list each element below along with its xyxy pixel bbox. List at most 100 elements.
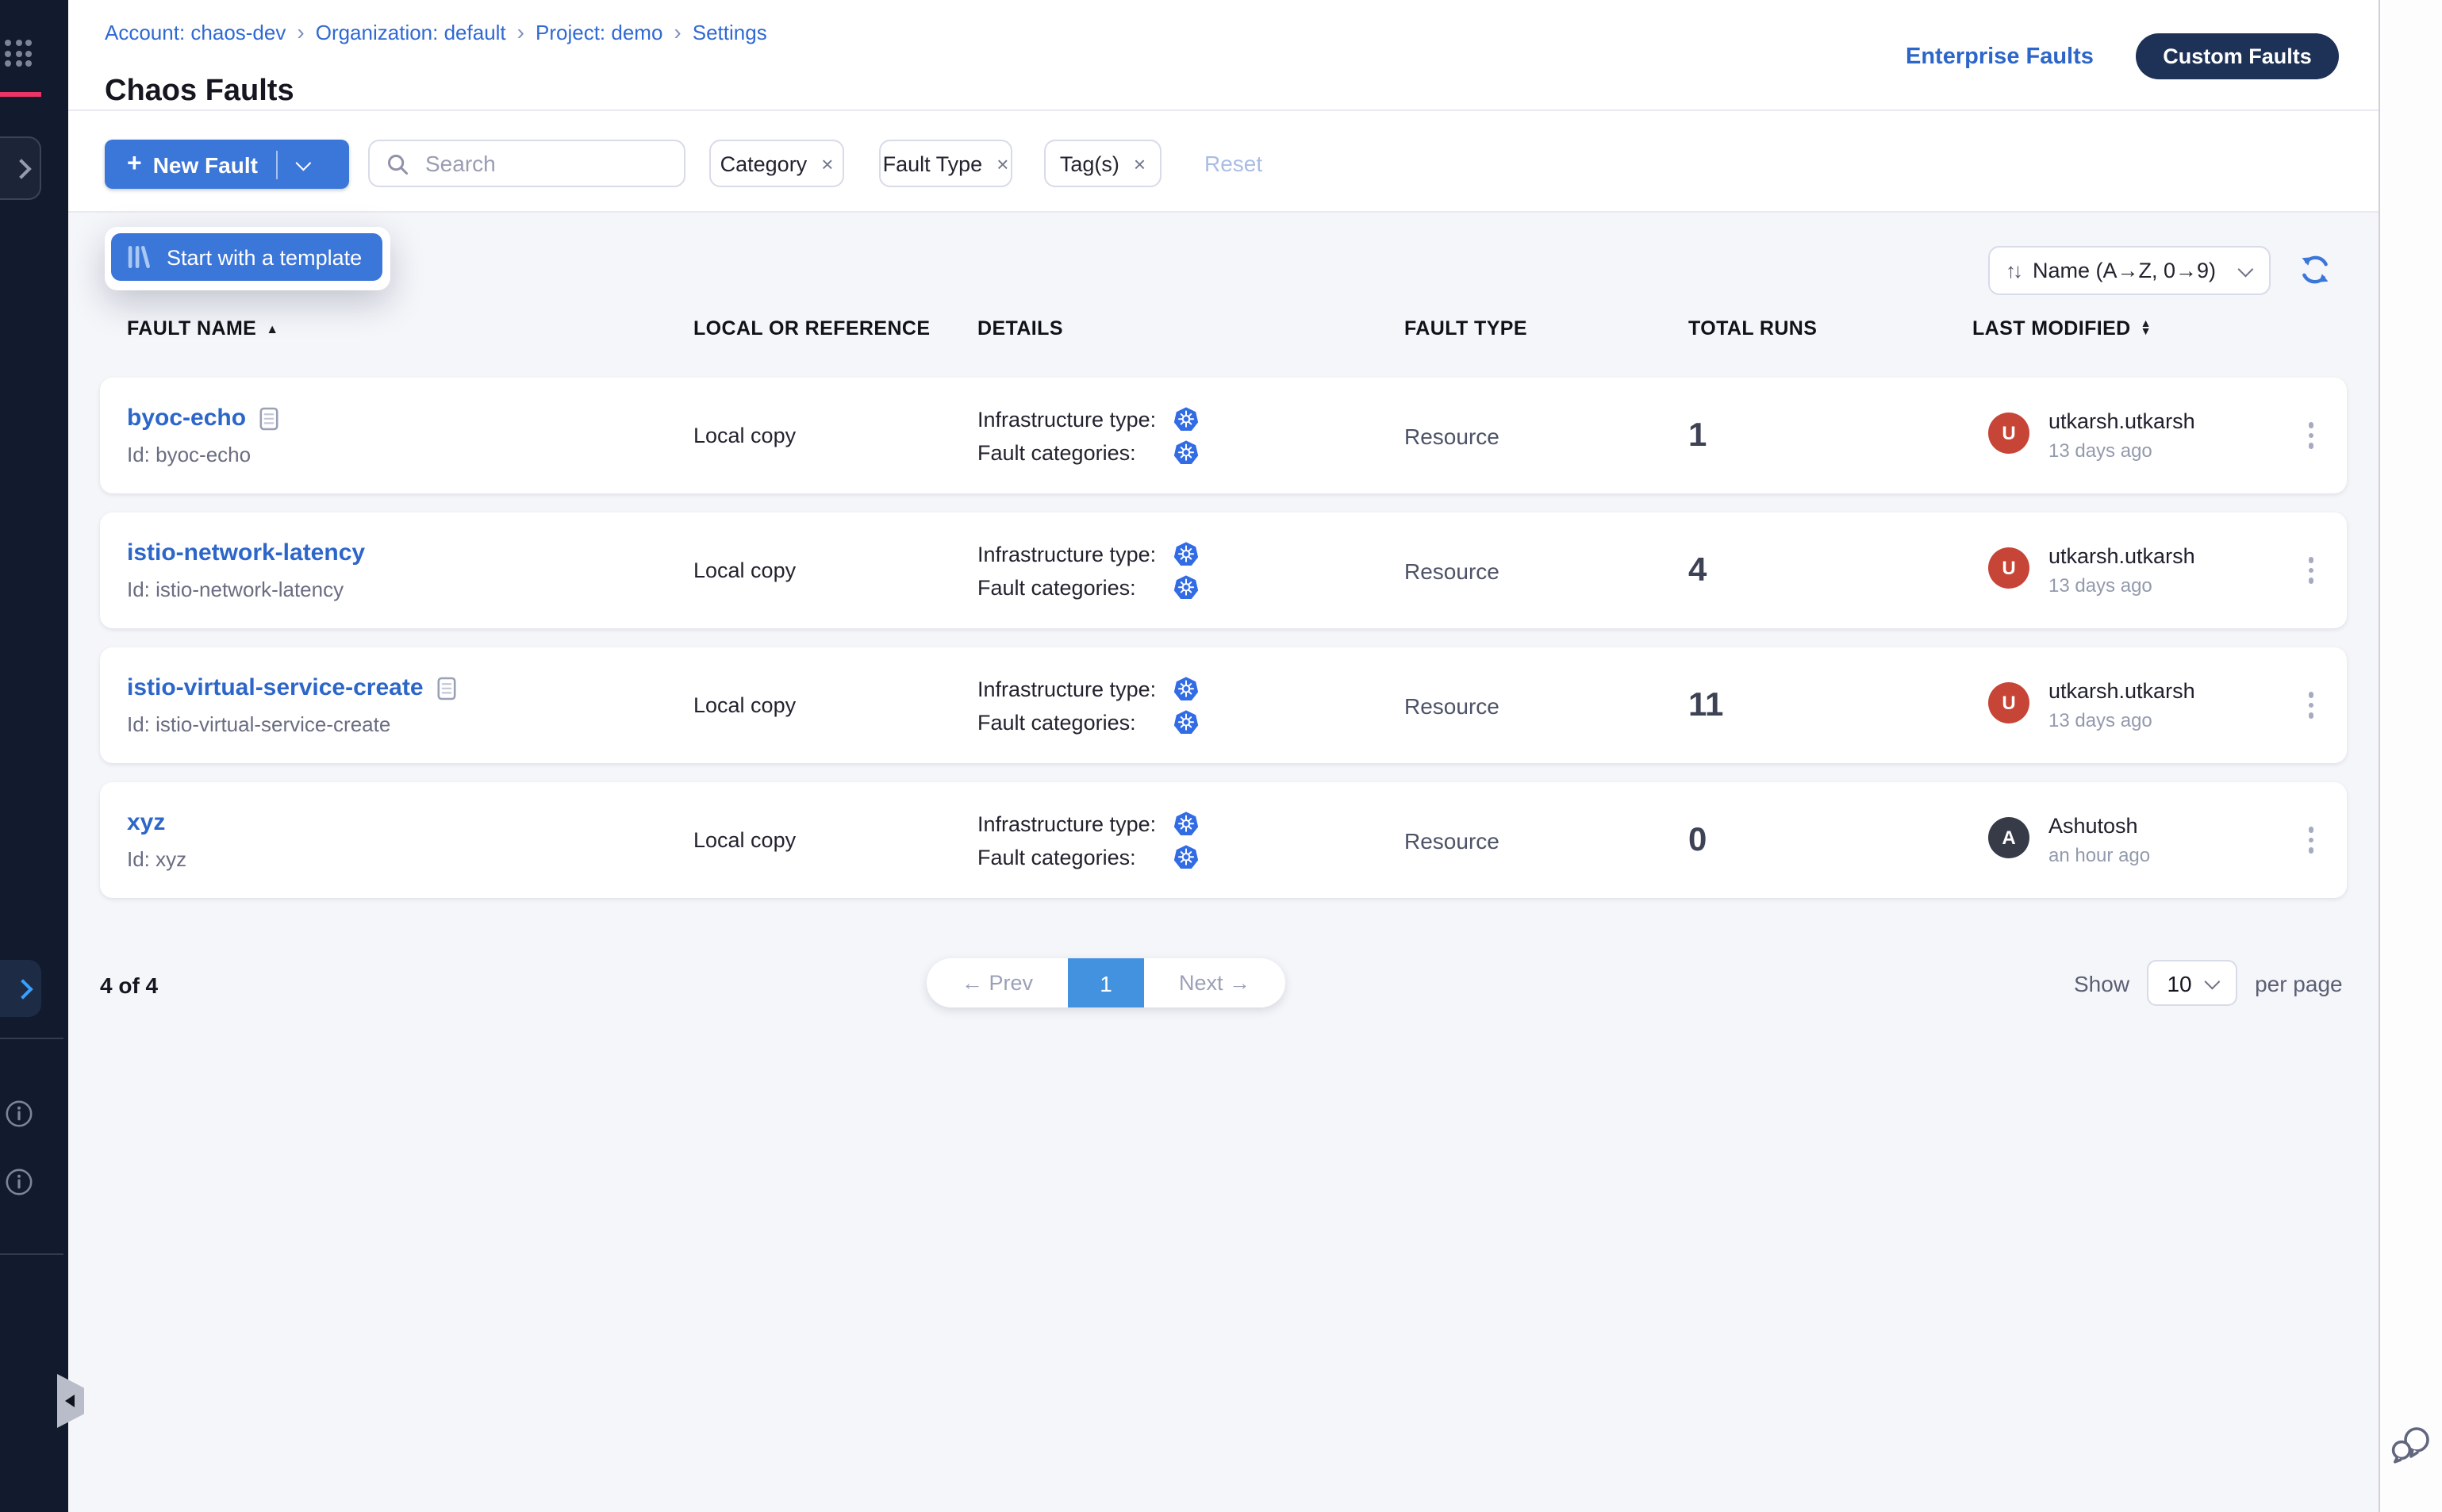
table-row[interactable]: xyz Id: xyz Local copy Infrastructure ty… bbox=[100, 782, 2347, 898]
infrastructure-type-label: Infrastructure type: bbox=[977, 677, 1173, 700]
filter-label: Category bbox=[720, 152, 808, 175]
column-label: FAULT TYPE bbox=[1404, 317, 1527, 340]
sort-both-icon: ▲▼ bbox=[2141, 320, 2152, 337]
new-fault-button[interactable]: + New Fault Start with a template bbox=[105, 140, 349, 189]
last-modified-cell: A Ashutosh an hour ago bbox=[1972, 814, 2275, 866]
close-icon[interactable]: × bbox=[996, 152, 1008, 175]
filter-chip-tags[interactable]: Tag(s) × bbox=[1044, 140, 1161, 187]
kubernetes-icon bbox=[1173, 405, 1200, 432]
column-label: LOCAL OR REFERENCE bbox=[693, 317, 930, 340]
fault-type-cell: Resource bbox=[1404, 827, 1688, 853]
column-header-total-runs: TOTAL RUNS bbox=[1688, 317, 1972, 340]
chevron-down-icon bbox=[2238, 262, 2254, 278]
breadcrumb: Account: chaos-dev › Organization: defau… bbox=[105, 19, 767, 44]
manifest-doc-icon[interactable] bbox=[436, 675, 457, 700]
breadcrumb-separator: › bbox=[297, 19, 304, 44]
chevron-down-icon bbox=[2205, 974, 2221, 990]
fault-categories-label: Fault categories: bbox=[977, 710, 1173, 734]
page-size-select[interactable]: 10 bbox=[2147, 960, 2237, 1006]
sidebar-divider bbox=[0, 1253, 63, 1255]
total-runs-cell: 1 bbox=[1688, 416, 1972, 455]
enterprise-faults-link[interactable]: Enterprise Faults bbox=[1906, 44, 2094, 70]
close-icon[interactable]: × bbox=[1134, 152, 1146, 175]
row-menu-kebab-icon[interactable] bbox=[2302, 416, 2321, 455]
modules-grid-icon[interactable] bbox=[5, 40, 33, 67]
prev-page-button[interactable]: ← Prev bbox=[927, 971, 1068, 995]
fault-categories-label: Fault categories: bbox=[977, 575, 1173, 599]
fault-name-link[interactable]: xyz bbox=[127, 809, 165, 836]
breadcrumb-project-link[interactable]: Project: demo bbox=[536, 20, 662, 44]
fault-type-cell: Resource bbox=[1404, 558, 1688, 583]
page-size-control: Show 10 per page bbox=[2074, 958, 2343, 1007]
details-cell: Infrastructure type: Fault categories: bbox=[977, 675, 1404, 735]
breadcrumb-settings-link[interactable]: Settings bbox=[693, 20, 767, 44]
help-chat-button[interactable] bbox=[2390, 1425, 2432, 1464]
refresh-button[interactable] bbox=[2299, 254, 2331, 286]
info-icon[interactable] bbox=[5, 1168, 33, 1196]
info-icon[interactable] bbox=[5, 1099, 33, 1128]
page-title: Chaos Faults bbox=[105, 74, 294, 109]
fault-type-cell: Resource bbox=[1404, 423, 1688, 448]
fault-categories-label: Fault categories: bbox=[977, 440, 1173, 464]
avatar: U bbox=[1988, 413, 2029, 454]
right-edge-strip bbox=[2379, 0, 2442, 1512]
modified-time: 13 days ago bbox=[2048, 574, 2195, 597]
page-size-value: 10 bbox=[2167, 970, 2191, 996]
modified-time: 13 days ago bbox=[2048, 439, 2195, 462]
chevron-down-icon[interactable] bbox=[296, 155, 312, 171]
column-label: DETAILS bbox=[977, 317, 1063, 340]
row-menu-kebab-icon[interactable] bbox=[2302, 821, 2321, 860]
expand-nav-button[interactable] bbox=[0, 136, 41, 200]
sort-arrows-icon: ↑↓ bbox=[2006, 259, 2020, 282]
next-page-button[interactable]: Next → bbox=[1144, 971, 1285, 995]
expand-panel-button[interactable] bbox=[0, 960, 41, 1017]
custom-faults-button[interactable]: Custom Faults bbox=[2136, 33, 2339, 79]
column-header-local-or-reference: LOCAL OR REFERENCE bbox=[693, 317, 977, 340]
left-nav-sidebar bbox=[0, 0, 68, 1512]
breadcrumb-organization-link[interactable]: Organization: default bbox=[316, 20, 506, 44]
sidebar-divider bbox=[0, 1038, 63, 1039]
row-menu-kebab-icon[interactable] bbox=[2302, 686, 2321, 725]
kubernetes-icon bbox=[1173, 708, 1200, 735]
column-header-last-modified[interactable]: LAST MODIFIED ▲▼ bbox=[1972, 317, 2275, 340]
last-modified-cell: U utkarsh.utkarsh 13 days ago bbox=[1972, 544, 2275, 597]
chaos-faults-page: Account: chaos-dev › Organization: defau… bbox=[0, 0, 2442, 1512]
fault-name-cell: byoc-echo Id: byoc-echo bbox=[127, 405, 693, 466]
modified-by-name: utkarsh.utkarsh bbox=[2048, 409, 2195, 433]
table-row[interactable]: byoc-echo Id: byoc-echo Local copy Infra… bbox=[100, 378, 2347, 493]
filter-label: Tag(s) bbox=[1060, 152, 1119, 175]
fault-name-link[interactable]: istio-network-latency bbox=[127, 539, 365, 566]
breadcrumb-separator: › bbox=[517, 19, 524, 44]
menu-item-start-with-template[interactable]: Start with a template bbox=[111, 233, 382, 281]
kubernetes-icon bbox=[1173, 843, 1200, 870]
column-header-fault-name[interactable]: FAULT NAME ▲ bbox=[127, 317, 693, 340]
fault-name-cell: xyz Id: xyz bbox=[127, 809, 693, 871]
per-page-label: per page bbox=[2255, 970, 2343, 996]
total-runs-cell: 0 bbox=[1688, 821, 1972, 859]
breadcrumb-account-link[interactable]: Account: chaos-dev bbox=[105, 20, 286, 44]
new-fault-label: New Fault bbox=[153, 152, 258, 177]
row-menu-kebab-icon[interactable] bbox=[2302, 551, 2321, 590]
reset-filters-link[interactable]: Reset bbox=[1204, 151, 1262, 176]
search-box bbox=[368, 140, 685, 187]
current-page-button[interactable]: 1 bbox=[1068, 958, 1144, 1007]
table-row[interactable]: istio-network-latency Id: istio-network-… bbox=[100, 512, 2347, 628]
infrastructure-type-label: Infrastructure type: bbox=[977, 542, 1173, 566]
fault-name-link[interactable]: byoc-echo bbox=[127, 405, 246, 432]
kubernetes-icon bbox=[1173, 574, 1200, 601]
filter-chip-category[interactable]: Category × bbox=[709, 140, 844, 187]
refresh-icon bbox=[2299, 254, 2331, 286]
pagination-control: ← Prev 1 Next → bbox=[927, 958, 1285, 1007]
infrastructure-type-label: Infrastructure type: bbox=[977, 812, 1173, 835]
kubernetes-icon bbox=[1173, 439, 1200, 466]
close-icon[interactable]: × bbox=[821, 152, 833, 175]
filter-chip-fault-type[interactable]: Fault Type × bbox=[879, 140, 1012, 187]
fault-name-link[interactable]: istio-virtual-service-create bbox=[127, 674, 424, 701]
sort-dropdown[interactable]: ↑↓ Name (A→Z, 0→9) bbox=[1988, 246, 2271, 295]
plus-icon: + bbox=[127, 150, 142, 178]
local-or-reference-cell: Local copy bbox=[693, 693, 977, 717]
table-row[interactable]: istio-virtual-service-create Id: istio-v… bbox=[100, 647, 2347, 763]
manifest-doc-icon[interactable] bbox=[259, 405, 279, 431]
search-input[interactable] bbox=[422, 149, 666, 178]
menu-item-label: Start with a template bbox=[167, 245, 362, 269]
